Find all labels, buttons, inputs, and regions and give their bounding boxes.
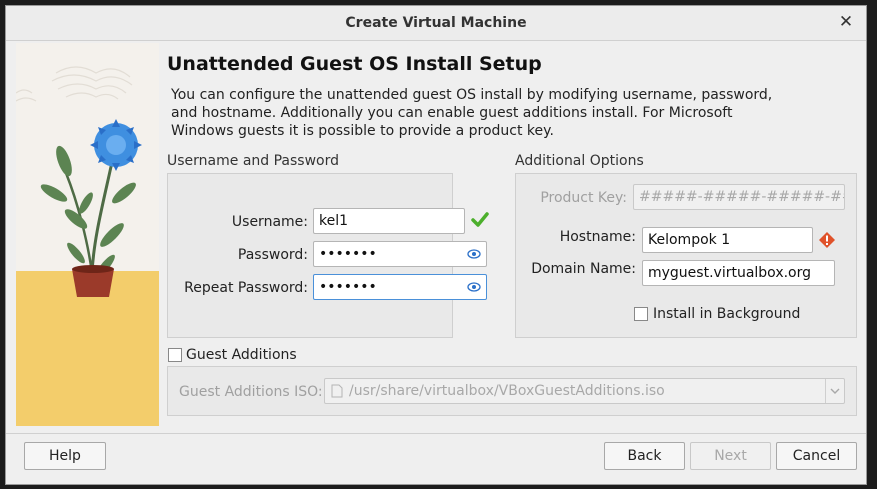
hostname-label: Hostname: — [559, 229, 636, 245]
guest-additions-label[interactable]: Guest Additions — [186, 347, 297, 363]
hostname-input[interactable]: Kelompok 1 — [642, 227, 813, 253]
product-key-label: Product Key: — [540, 190, 627, 206]
dropdown-arrow-button[interactable] — [825, 379, 844, 403]
footer-divider — [6, 433, 866, 434]
password-label: Password: — [237, 247, 308, 263]
guest-additions-iso-path: /usr/share/virtualbox/VBoxGuestAdditions… — [349, 383, 665, 399]
repeat-password-label: Repeat Password: — [184, 280, 308, 296]
back-button[interactable]: Back — [604, 442, 685, 470]
page-title: Unattended Guest OS Install Setup — [167, 53, 542, 75]
chevron-down-icon — [830, 388, 840, 394]
guest-additions-iso-label: Guest Additions ISO: — [179, 384, 323, 400]
username-label: Username: — [231, 214, 308, 230]
cancel-button[interactable]: Cancel — [776, 442, 857, 470]
create-vm-dialog: Create Virtual Machine ✕ Unattended Gues… — [5, 5, 867, 485]
repeat-password-input[interactable]: ••••••• — [313, 274, 487, 300]
guest-additions-iso-select[interactable]: /usr/share/virtualbox/VBoxGuestAdditions… — [324, 378, 845, 404]
wizard-illustration — [16, 43, 159, 426]
domain-name-label: Domain Name: — [531, 261, 636, 277]
help-button[interactable]: Help — [24, 442, 106, 470]
file-icon — [331, 384, 343, 398]
warning-icon — [819, 232, 835, 248]
domain-name-input[interactable]: myguest.virtualbox.org — [642, 260, 835, 286]
window-title: Create Virtual Machine — [345, 15, 527, 31]
titlebar: Create Virtual Machine ✕ — [6, 6, 866, 41]
credentials-group-title: Username and Password — [167, 153, 339, 169]
username-input[interactable]: kel1 — [313, 208, 465, 234]
repeat-password-value: ••••••• — [319, 279, 377, 295]
password-input[interactable]: ••••••• — [313, 241, 487, 267]
product-key-input[interactable]: #####-#####-#####-#### — [633, 184, 845, 210]
close-icon[interactable]: ✕ — [836, 6, 856, 40]
additional-options-title: Additional Options — [515, 153, 644, 169]
install-background-checkbox[interactable] — [634, 307, 648, 321]
password-value: ••••••• — [319, 246, 377, 262]
guest-additions-checkbox[interactable] — [168, 348, 182, 362]
show-password-icon[interactable] — [467, 247, 481, 261]
page-description: You can configure the unattended guest O… — [171, 87, 773, 139]
next-button[interactable]: Next — [690, 442, 771, 470]
valid-check-icon — [471, 212, 489, 227]
install-background-label[interactable]: Install in Background — [653, 306, 800, 322]
flower-pot-illustration — [16, 66, 159, 426]
show-repeat-password-icon[interactable] — [467, 280, 481, 294]
